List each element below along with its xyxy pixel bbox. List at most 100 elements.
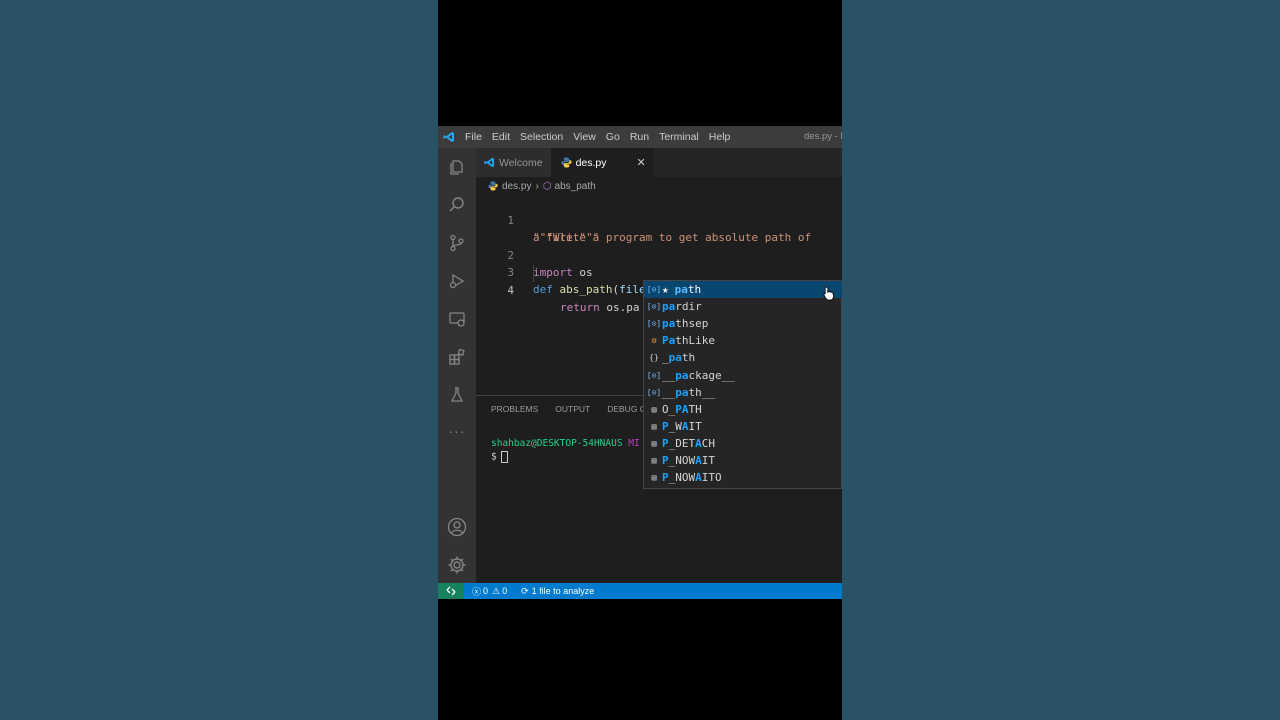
error-count: 0 — [483, 586, 489, 596]
suggestion-item[interactable]: ▤ P_DETACH — [644, 435, 842, 452]
suggestion-label: P_WAIT — [662, 420, 702, 433]
tab-des-py[interactable]: des.py ✕ — [550, 148, 654, 177]
suggestion-label: _path — [662, 351, 696, 364]
code-line: 4 return os.pa — [476, 265, 639, 314]
class-icon: ⚙ — [651, 336, 657, 345]
module-icon: {} — [649, 353, 659, 362]
chevron-right-icon: › — [535, 180, 539, 192]
constant-icon: ▤ — [651, 456, 657, 465]
vscode-logo-icon — [438, 126, 460, 148]
breadcrumb: des.py › ⬡ abs_path — [476, 177, 842, 195]
suggestion-label: __package__ — [662, 369, 735, 382]
extensions-icon[interactable] — [445, 345, 469, 369]
suggestion-label: pardir — [662, 300, 702, 313]
breadcrumb-symbol[interactable]: abs_path — [555, 181, 596, 192]
code-line: 2 import os — [476, 230, 592, 279]
constant-icon: ▤ — [651, 473, 657, 482]
problems-status[interactable]: ⓧ 0 ⚠ 0 — [472, 585, 507, 598]
warning-count: 0 — [502, 586, 508, 596]
tab-welcome[interactable]: Welcome — [476, 148, 551, 177]
close-icon[interactable]: ✕ — [637, 156, 646, 169]
remote-indicator-icon[interactable] — [438, 583, 464, 599]
indent-guide — [533, 265, 534, 282]
python-icon — [561, 157, 572, 168]
testing-flask-icon[interactable] — [445, 383, 469, 407]
terminal-prompt-line: $ — [491, 451, 640, 463]
vscode-icon — [484, 157, 495, 168]
activity-bar: ··· — [438, 148, 476, 583]
suggestion-item[interactable]: {} _path — [644, 349, 842, 366]
suggestion-label: P_DETACH — [662, 437, 715, 450]
hand-pointer-icon — [823, 286, 835, 306]
suggestion-item[interactable]: [⊙] __package__ — [644, 367, 842, 384]
more-icon[interactable]: ··· — [445, 419, 469, 443]
terminal[interactable]: shahbaz@DESKTOP-54HNAUS MI $ — [491, 438, 640, 463]
search-icon[interactable] — [445, 193, 469, 217]
tab-label: des.py — [575, 156, 607, 169]
suggestion-item[interactable]: [⊙] ★ path — [644, 281, 842, 298]
constant-icon: ▤ — [651, 405, 657, 414]
variable-icon: [⊙] — [646, 285, 662, 294]
suggestion-item[interactable]: ▤ P_NOWAIT — [644, 452, 842, 469]
warning-icon: ⚠ — [492, 585, 501, 596]
suggestion-label: __path__ — [662, 386, 715, 399]
suggestion-label: O_PATH — [662, 403, 702, 416]
code-text: return os.pa — [560, 301, 640, 314]
autocomplete-suggestions: [⊙] ★ path [⊙] pardir [⊙] pathsep ⚙ PathL… — [643, 280, 842, 489]
breadcrumb-file[interactable]: des.py — [502, 181, 531, 192]
code-text: import os — [533, 266, 593, 279]
remote-explorer-icon[interactable] — [445, 307, 469, 331]
code-text: def abs_path(file): — [533, 283, 659, 296]
menu-edit[interactable]: Edit — [487, 131, 515, 143]
cube-icon: ⬡ — [542, 180, 552, 192]
source-control-icon[interactable] — [445, 231, 469, 255]
account-icon[interactable] — [445, 515, 469, 539]
suggestion-label: PathLike — [662, 334, 715, 347]
suggestion-item[interactable]: ▤ P_WAIT — [644, 418, 842, 435]
menu-file[interactable]: File — [460, 131, 487, 143]
analysis-label: 1 file to analyze — [531, 586, 595, 596]
variable-icon: [⊙] — [646, 371, 662, 380]
explorer-icon[interactable] — [445, 155, 469, 179]
python-icon — [488, 181, 498, 191]
terminal-prompt: $ — [491, 451, 497, 463]
panel-tab-problems[interactable]: PROBLEMS — [491, 404, 538, 414]
suggestion-item[interactable]: [⊙] pardir — [644, 298, 842, 315]
run-debug-icon[interactable] — [445, 269, 469, 293]
suggestion-label: ★ path — [662, 283, 702, 296]
suggestion-item[interactable]: [⊙] pathsep — [644, 315, 842, 332]
variable-icon: [⊙] — [646, 319, 662, 328]
suggestion-label: P_NOWAITO — [662, 471, 722, 484]
menu-selection[interactable]: Selection — [515, 131, 568, 143]
suggestion-item[interactable]: [⊙] __path__ — [644, 384, 842, 401]
code-text: a file.""" — [533, 231, 600, 244]
error-icon: ⓧ — [472, 586, 482, 597]
analysis-status[interactable]: ⟳ 1 file to analyze — [521, 586, 594, 597]
constant-icon: ▤ — [651, 422, 657, 431]
menu-run[interactable]: Run — [625, 131, 654, 143]
tab-label: Welcome — [499, 156, 543, 169]
video-frame: File Edit Selection View Go Run Terminal… — [438, 0, 842, 720]
menu-help[interactable]: Help — [704, 131, 736, 143]
suggestion-label: pathsep — [662, 317, 709, 330]
window-title: des.py - D — [804, 131, 842, 142]
menu-view[interactable]: View — [568, 131, 601, 143]
panel-tab-output[interactable]: OUTPUT — [555, 404, 590, 414]
settings-gear-icon[interactable] — [445, 553, 469, 577]
status-bar: ⓧ 0 ⚠ 0 ⟳ 1 file to analyze — [438, 583, 842, 599]
terminal-cursor — [500, 451, 508, 463]
menu-terminal[interactable]: Terminal — [654, 131, 704, 143]
suggestion-item[interactable]: ⚙ PathLike — [644, 332, 842, 349]
vscode-window: File Edit Selection View Go Run Terminal… — [438, 126, 842, 599]
variable-icon: [⊙] — [646, 388, 662, 397]
menu-go[interactable]: Go — [601, 131, 625, 143]
terminal-line: shahbaz@DESKTOP-54HNAUS MI — [491, 438, 640, 449]
terminal-user: shahbaz@DESKTOP-54HNAUS — [491, 438, 623, 449]
suggestion-item[interactable]: ▤ O_PATH — [644, 401, 842, 418]
code-line: 1 """Write a program to get absolute pat… — [476, 195, 811, 244]
variable-icon: [⊙] — [646, 302, 662, 311]
terminal-env: MI — [628, 438, 640, 449]
constant-icon: ▤ — [651, 439, 657, 448]
suggestion-label: P_NOWAIT — [662, 454, 715, 467]
suggestion-item[interactable]: ▤ P_NOWAITO — [644, 469, 842, 486]
